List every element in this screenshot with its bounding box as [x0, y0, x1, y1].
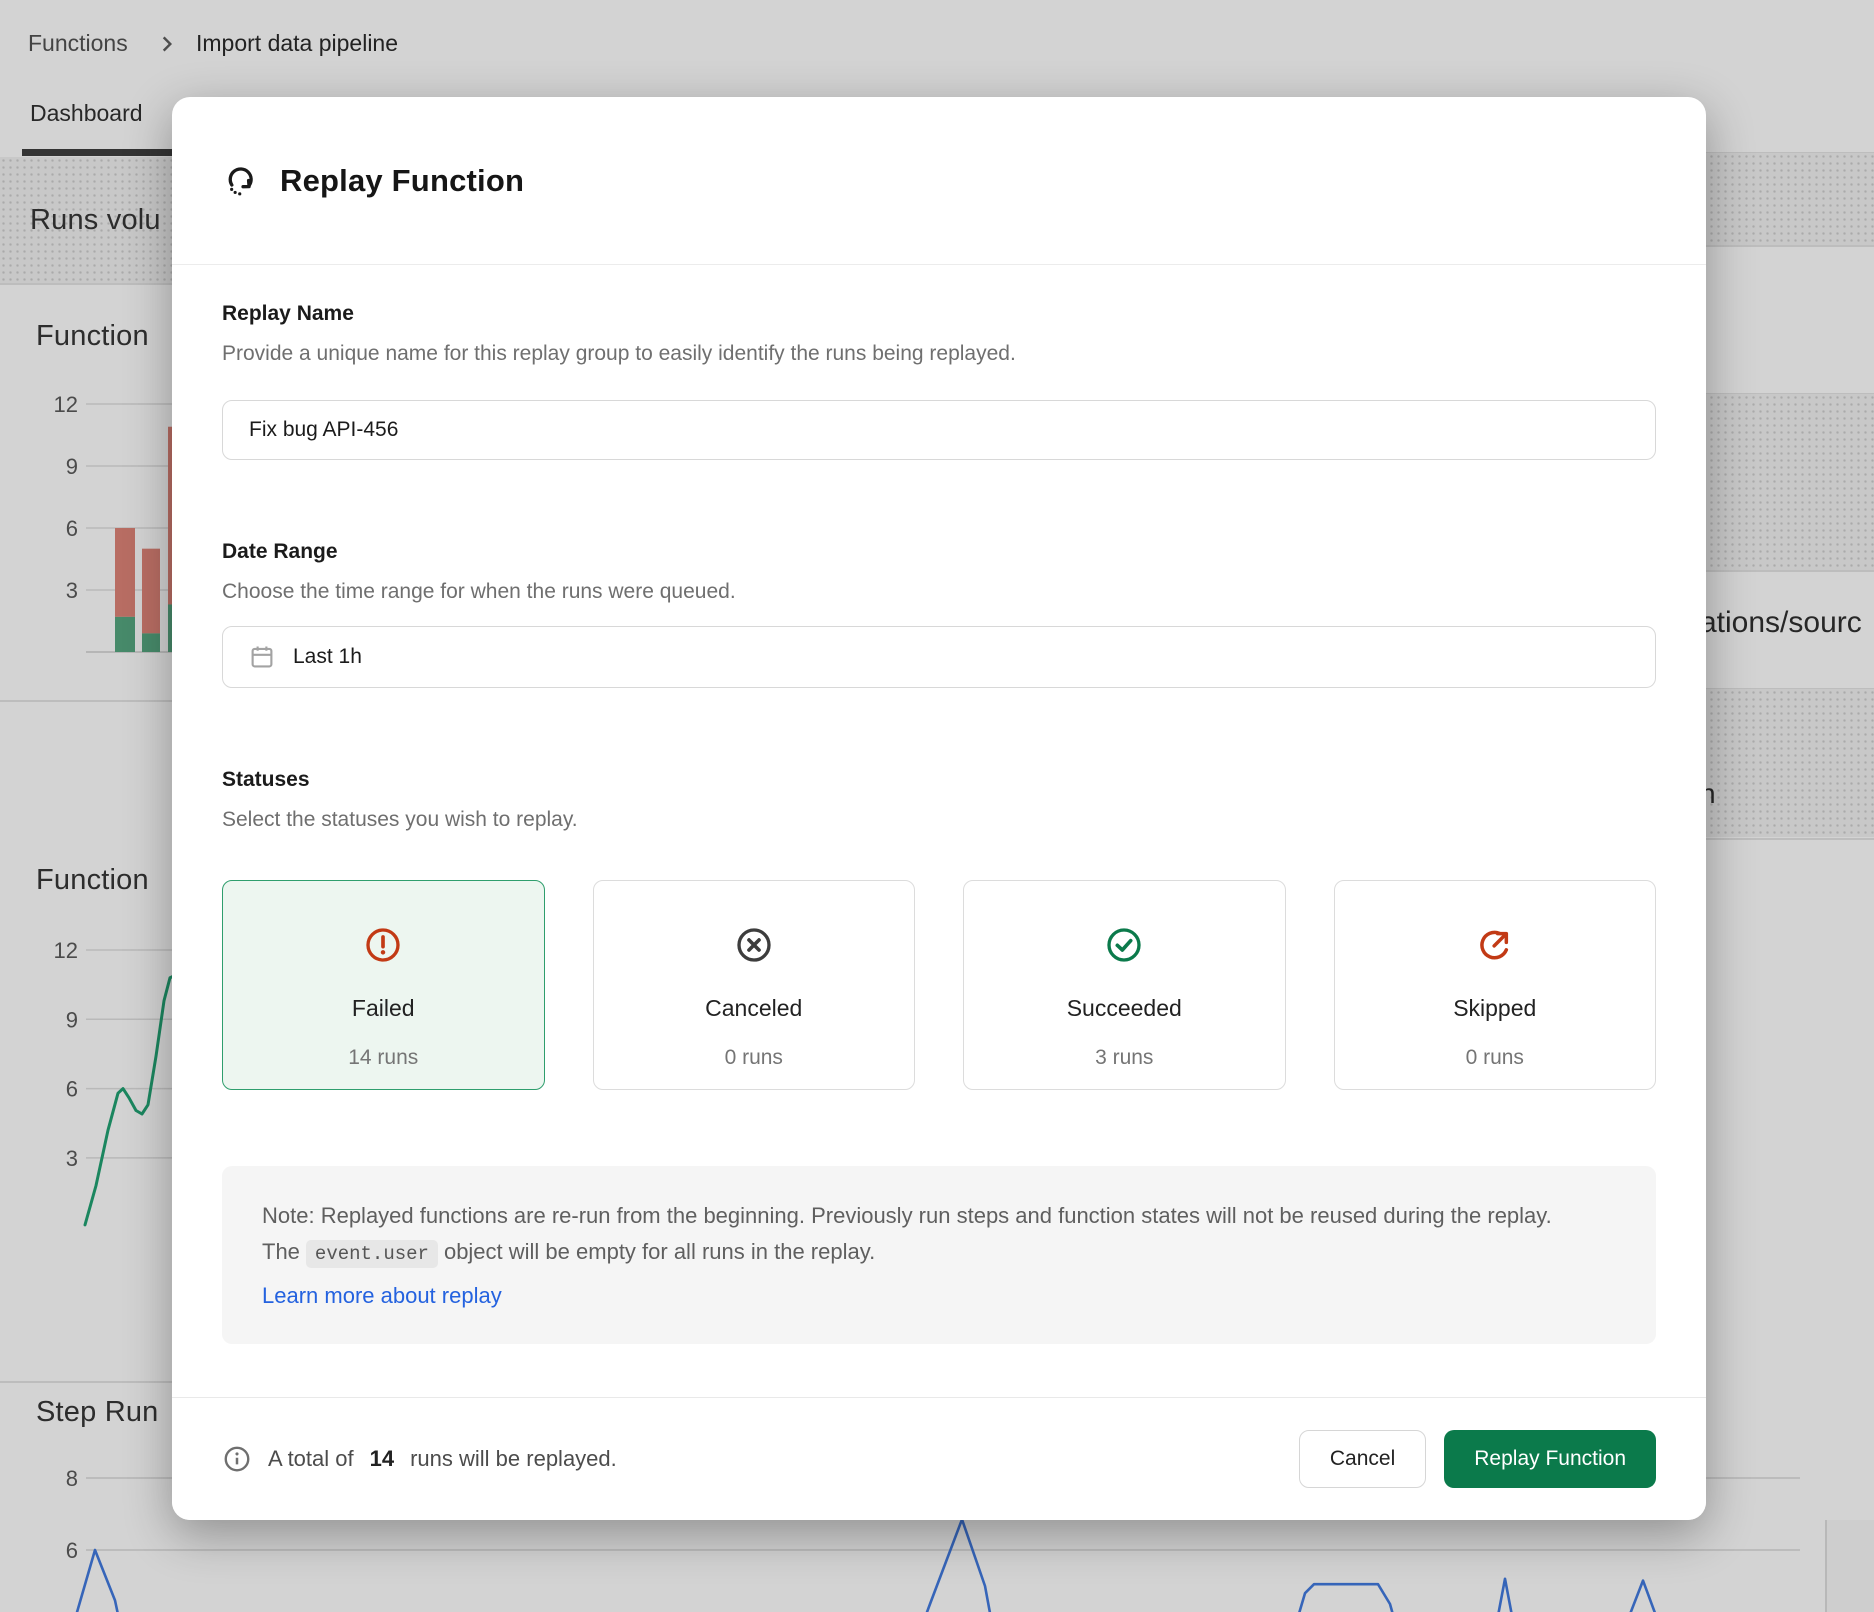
failed-icon	[363, 925, 403, 965]
status-option-skipped[interactable]: Skipped 0 runs	[1334, 880, 1657, 1090]
replay-name-description: Provide a unique name for this replay gr…	[222, 342, 1656, 366]
statuses-label: Statuses	[222, 768, 1656, 792]
learn-more-link[interactable]: Learn more about replay	[262, 1278, 502, 1314]
modal-body: Replay Name Provide a unique name for th…	[172, 302, 1706, 1344]
canceled-icon	[734, 925, 774, 965]
replay-name-label: Replay Name	[222, 302, 1656, 326]
status-name: Succeeded	[1067, 995, 1182, 1022]
replay-function-modal: Replay Function Replay Name Provide a un…	[172, 97, 1706, 1520]
replay-note: Note: Replayed functions are re-run from…	[222, 1166, 1656, 1344]
replay-summary: A total of 14 runs will be replayed.	[222, 1444, 617, 1474]
replay-function-button[interactable]: Replay Function	[1444, 1430, 1656, 1488]
info-icon	[222, 1444, 252, 1474]
modal-title: Replay Function	[280, 163, 524, 199]
status-name: Skipped	[1453, 995, 1536, 1022]
replay-icon	[222, 162, 260, 200]
status-option-succeeded[interactable]: Succeeded 3 runs	[963, 880, 1286, 1090]
summary-prefix: A total of	[268, 1446, 354, 1472]
calendar-icon	[247, 642, 277, 672]
date-range-input[interactable]: Last 1h	[222, 626, 1656, 688]
status-option-canceled[interactable]: Canceled 0 runs	[593, 880, 916, 1090]
modal-header: Replay Function	[172, 97, 1706, 265]
status-run-count: 0 runs	[1466, 1046, 1524, 1070]
skipped-icon	[1475, 925, 1515, 965]
app-screen: Functions Import data pipeline Dashboard…	[0, 0, 1874, 1612]
note-code-chip: event.user	[306, 1240, 438, 1268]
date-range-label: Date Range	[222, 540, 1656, 564]
statuses-description: Select the statuses you wish to replay.	[222, 808, 1656, 832]
cancel-button[interactable]: Cancel	[1299, 1430, 1426, 1488]
footer-actions: Cancel Replay Function	[1299, 1430, 1656, 1488]
status-name: Failed	[352, 995, 415, 1022]
note-text-suffix: object will be empty for all runs in the…	[444, 1239, 875, 1264]
date-range-value: Last 1h	[293, 645, 362, 669]
replay-name-input[interactable]	[222, 400, 1656, 460]
status-run-count: 14 runs	[348, 1046, 418, 1070]
status-options: Failed 14 runs Canceled 0 runs	[222, 880, 1656, 1090]
summary-suffix: runs will be replayed.	[410, 1446, 617, 1472]
status-option-failed[interactable]: Failed 14 runs	[222, 880, 545, 1090]
succeeded-icon	[1104, 925, 1144, 965]
status-name: Canceled	[705, 995, 802, 1022]
date-range-description: Choose the time range for when the runs …	[222, 580, 1656, 604]
status-run-count: 0 runs	[725, 1046, 783, 1070]
modal-footer: A total of 14 runs will be replayed. Can…	[172, 1397, 1706, 1520]
status-run-count: 3 runs	[1095, 1046, 1153, 1070]
summary-count: 14	[370, 1446, 394, 1472]
